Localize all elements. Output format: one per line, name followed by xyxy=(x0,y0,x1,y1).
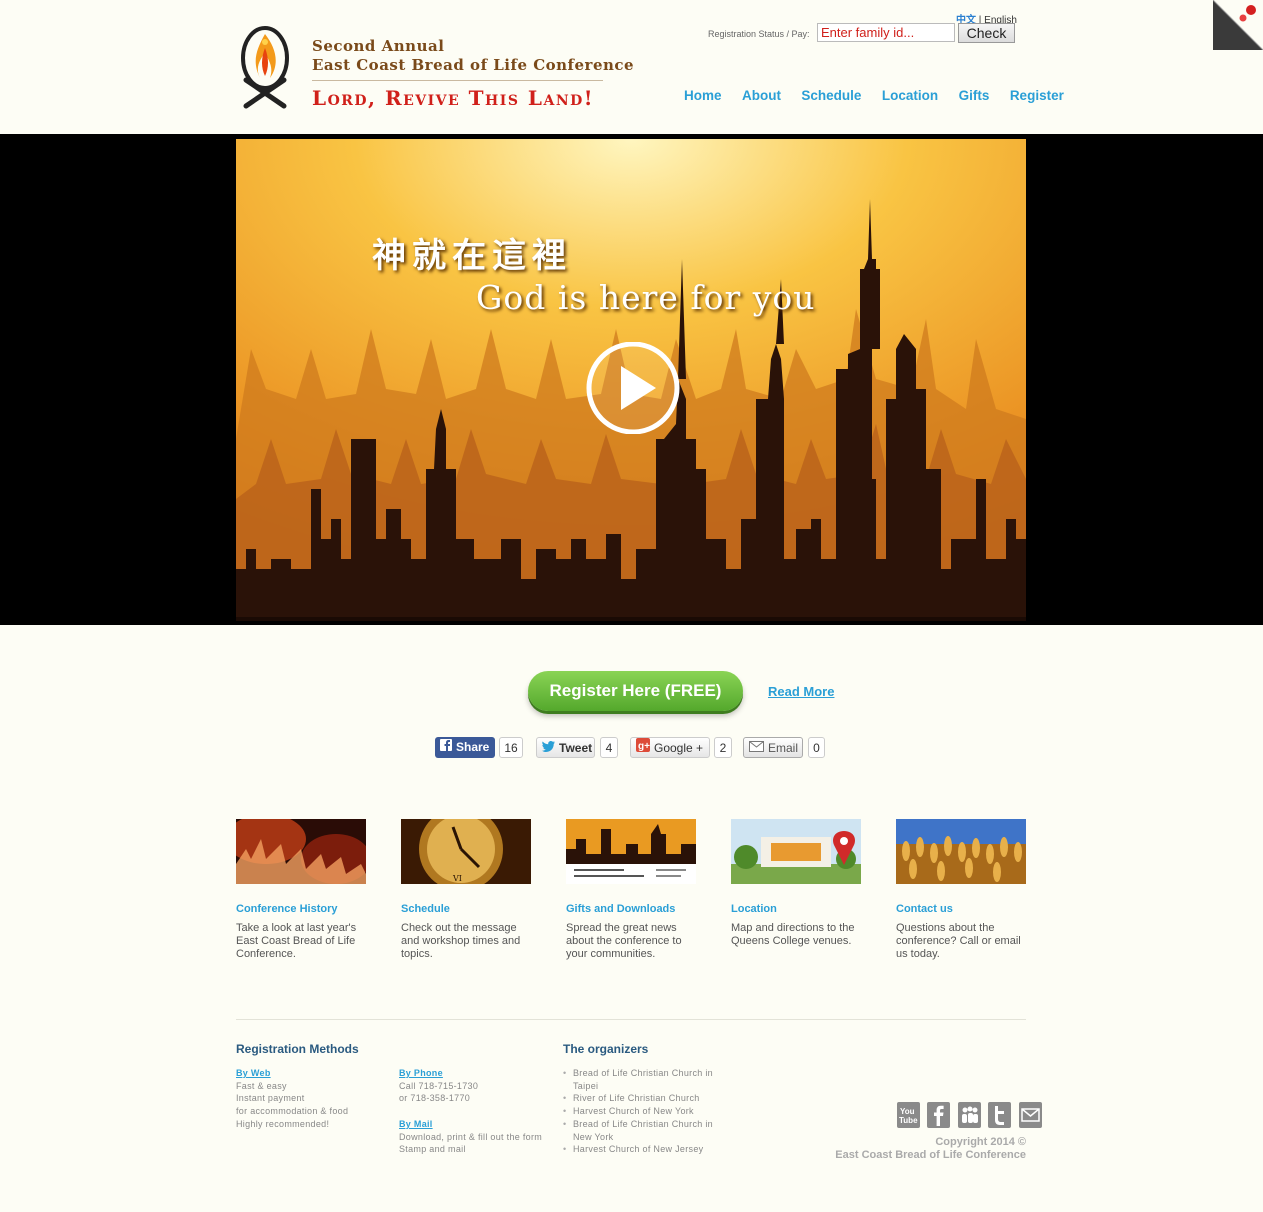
svg-text:VI: VI xyxy=(452,874,462,883)
card-title[interactable]: Schedule xyxy=(401,903,551,915)
by-mail-section: By Mail Download, print & fill out the f… xyxy=(399,1118,559,1156)
card-contact-us[interactable]: Contact us Questions about the conferenc… xyxy=(896,819,1026,960)
hero-english-text: God is here for you xyxy=(476,278,816,317)
main-nav: Home About Schedule Location Gifts Regis… xyxy=(684,87,1064,105)
register-free-button[interactable]: Register Here (FREE) xyxy=(528,671,743,711)
card-title[interactable]: Gifts and Downloads xyxy=(566,903,716,915)
by-mail-link[interactable]: By Mail xyxy=(399,1119,433,1129)
email-icon[interactable] xyxy=(1018,1102,1042,1128)
nav-location[interactable]: Location xyxy=(882,88,938,103)
footer-divider xyxy=(236,1019,1026,1020)
conference-title: East Coast Bread of Life Conference xyxy=(312,56,635,74)
svg-text:g+: g+ xyxy=(638,741,650,752)
by-web-link[interactable]: By Web xyxy=(236,1068,271,1078)
card-title[interactable]: Location xyxy=(731,903,881,915)
card-description: Questions about the conference? Call or … xyxy=(896,922,1021,960)
title-divider xyxy=(312,80,603,81)
page-peel-corner[interactable] xyxy=(1212,0,1263,51)
email-share-button[interactable]: Email xyxy=(743,737,803,758)
by-web-section: By Web Fast & easy Instant payment for a… xyxy=(236,1067,386,1131)
copyright-line: Copyright 2014 © xyxy=(935,1136,1026,1148)
card-description: Map and directions to the Queens College… xyxy=(731,922,855,947)
nav-about[interactable]: About xyxy=(742,88,781,103)
by-phone-line: Call 718-715-1730 xyxy=(399,1080,479,1091)
card-schedule[interactable]: VI Schedule Check out the message and wo… xyxy=(401,819,531,960)
family-id-input[interactable] xyxy=(817,23,955,42)
google-plus-count: 2 xyxy=(714,737,732,758)
google-plus-icon: g+ xyxy=(636,738,650,759)
pushpin-icon xyxy=(1246,5,1256,15)
envelope-icon xyxy=(749,738,764,759)
email-share-label: Email xyxy=(768,741,799,755)
organizers-heading: The organizers xyxy=(563,1042,649,1056)
by-phone-line: or 718-358-1770 xyxy=(399,1093,471,1104)
wheat-field-thumbnail[interactable] xyxy=(896,819,1026,884)
card-description: Spread the great news about the conferen… xyxy=(566,922,682,960)
facebook-share-label: Share xyxy=(456,740,490,754)
svg-text:You: You xyxy=(900,1107,915,1116)
card-description: Check out the message and workshop times… xyxy=(401,922,521,960)
by-phone-link[interactable]: By Phone xyxy=(399,1068,443,1078)
read-more-link[interactable]: Read More xyxy=(768,684,834,699)
by-mail-line: Stamp and mail xyxy=(399,1144,466,1155)
registration-status-label: Registration Status / Pay: xyxy=(708,29,810,39)
card-location[interactable]: Location Map and directions to the Queen… xyxy=(731,819,861,947)
concert-crowd-thumbnail[interactable] xyxy=(236,819,366,884)
twitter-icon[interactable] xyxy=(988,1102,1012,1128)
tweet-count: 4 xyxy=(600,737,618,758)
organizer-item: Bread of Life Christian Church in New Yo… xyxy=(563,1118,723,1143)
facebook-share-button[interactable]: Share xyxy=(435,737,495,758)
play-circle-icon[interactable] xyxy=(584,341,682,435)
social-links: You Tube xyxy=(897,1102,1045,1128)
hero-chinese-text: 神就在這裡 xyxy=(372,236,572,276)
facebook-icon xyxy=(440,737,452,758)
by-web-line: Fast & easy xyxy=(236,1080,287,1091)
by-web-line: for accommodation & food xyxy=(236,1106,349,1117)
conference-edition: Second Annual xyxy=(312,37,445,55)
organizers-list: Bread of Life Christian Church in Taipei… xyxy=(563,1067,723,1156)
conference-logo[interactable] xyxy=(238,22,298,116)
card-description: Take a look at last year's East Coast Br… xyxy=(236,922,357,960)
tweet-button[interactable]: Tweet xyxy=(536,737,595,758)
email-share-count: 0 xyxy=(808,737,825,758)
card-gifts-downloads[interactable]: Gifts and Downloads Spread the great new… xyxy=(566,819,696,960)
card-title[interactable]: Contact us xyxy=(896,903,1046,915)
by-mail-line: Download, print & fill out the form xyxy=(399,1131,543,1142)
nav-home[interactable]: Home xyxy=(684,88,722,103)
organizer-item: River of Life Christian Church xyxy=(563,1092,723,1105)
slogan: Lord, Revive This Land! xyxy=(312,86,595,110)
registration-methods-heading: Registration Methods xyxy=(236,1042,359,1056)
by-web-line: Highly recommended! xyxy=(236,1118,330,1129)
google-plus-button[interactable]: g+ Google + xyxy=(630,737,710,758)
svg-text:Tube: Tube xyxy=(899,1116,918,1125)
copyright-line: East Coast Bread of Life Conference xyxy=(835,1149,1026,1161)
nav-gifts[interactable]: Gifts xyxy=(959,88,990,103)
nav-schedule[interactable]: Schedule xyxy=(801,88,861,103)
youtube-icon[interactable]: You Tube xyxy=(897,1102,920,1128)
by-web-line: Instant payment xyxy=(236,1093,305,1104)
twitter-bird-icon xyxy=(542,738,555,759)
clock-thumbnail[interactable]: VI xyxy=(401,819,531,884)
organizer-item: Harvest Church of New Jersey xyxy=(563,1143,723,1156)
organizer-item: Bread of Life Christian Church in Taipei xyxy=(563,1067,723,1092)
organizer-item: Harvest Church of New York xyxy=(563,1105,723,1118)
flyer-thumbnail[interactable] xyxy=(566,819,696,884)
card-conference-history[interactable]: Conference History Take a look at last y… xyxy=(236,819,366,960)
card-title[interactable]: Conference History xyxy=(236,903,386,915)
facebook-share-count: 16 xyxy=(499,737,523,758)
myspace-icon[interactable] xyxy=(957,1102,981,1128)
by-phone-section: By Phone Call 718-715-1730 or 718-358-17… xyxy=(399,1067,559,1105)
check-button[interactable]: Check xyxy=(958,23,1015,43)
google-plus-label: Google + xyxy=(654,741,704,755)
nav-register[interactable]: Register xyxy=(1010,88,1064,103)
tweet-label: Tweet xyxy=(559,741,593,755)
venue-map-pin-thumbnail[interactable] xyxy=(731,819,861,884)
copyright: Copyright 2014 © East Coast Bread of Lif… xyxy=(800,1136,1026,1162)
facebook-icon[interactable] xyxy=(927,1102,951,1128)
